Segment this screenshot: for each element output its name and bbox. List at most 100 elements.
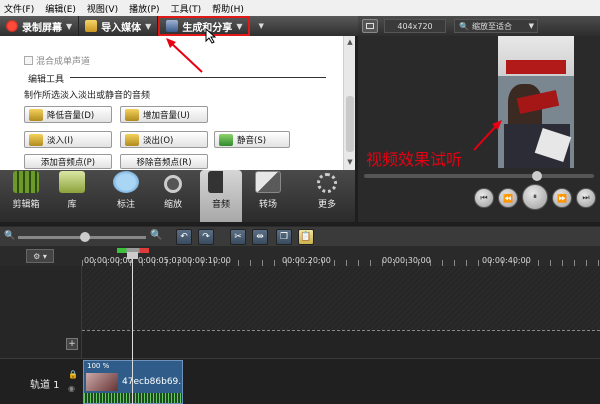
scroll-down-icon[interactable]: ▼ <box>345 158 355 168</box>
zoom-out-icon[interactable]: 🔍 <box>4 231 15 241</box>
import-media-button[interactable]: 导入媒体 ▼ <box>79 16 159 36</box>
chevron-down-icon[interactable]: ▼ <box>236 22 242 31</box>
panel-scrollbar[interactable]: ▲ ▼ <box>343 36 355 170</box>
menu-file[interactable]: 文件(F) <box>4 2 34 15</box>
scroll-up-icon[interactable]: ▲ <box>345 38 355 48</box>
playhead-handle[interactable] <box>127 252 138 259</box>
checkbox-box[interactable] <box>24 56 33 65</box>
add-audio-point-button[interactable]: 添加音频点(P) <box>24 154 112 169</box>
increase-volume-label: 增加音量(U) <box>143 110 190 121</box>
play-pause-button[interactable]: ⏸ <box>522 184 548 210</box>
go-to-end-button[interactable]: ⏭ <box>576 188 596 208</box>
zoom-in-icon[interactable]: 🔍 <box>150 230 162 241</box>
annotation-text: 视频效果试听 <box>366 150 463 169</box>
redo-button[interactable]: ↷ <box>198 229 214 245</box>
fade-in-button[interactable]: 淡入(I) <box>24 131 112 148</box>
record-icon <box>6 20 18 32</box>
tab-more[interactable]: 更多 <box>306 170 348 222</box>
chevron-down-icon: ▼ <box>258 22 264 30</box>
record-screen-button[interactable]: 录制屏幕 ▼ <box>0 16 80 36</box>
empty-track-region <box>82 266 600 330</box>
rewind-icon: ⏪ <box>503 193 513 203</box>
transition-icon <box>255 171 281 193</box>
gear-icon: ⚙ ▾ <box>33 251 47 261</box>
tab-library[interactable]: 库 <box>52 170 92 222</box>
increase-volume-button[interactable]: 增加音量(U) <box>120 106 208 123</box>
add-track-button[interactable]: + <box>66 338 78 350</box>
copy-icon: ❐ <box>279 232 289 242</box>
speaker-up-icon <box>125 108 139 121</box>
main-toolbar: 录制屏幕 ▼ 导入媒体 ▼ 生成和分享 ▼ ▼ <box>0 16 358 36</box>
zoom-select[interactable]: 🔍 缩放至适合 ▼ <box>454 19 538 33</box>
playback-controls: ⏮ ⏪ ⏸ ⏩ ⏭ <box>358 170 600 222</box>
paste-button[interactable]: 📋 <box>298 229 314 245</box>
playback-progress-thumb[interactable] <box>532 171 542 181</box>
cut-button[interactable]: ✂ <box>230 229 246 245</box>
split-button[interactable]: ⇹ <box>252 229 268 245</box>
timeline-toolbar: 🔍 🔍 ↶ ↷ ✂ ⇹ ❐ 📋 <box>0 226 600 246</box>
playhead-line[interactable] <box>132 252 133 404</box>
remove-audio-point-button[interactable]: 移除音频点(R) <box>120 154 208 169</box>
track-divider <box>82 330 600 331</box>
menu-view[interactable]: 视图(V) <box>87 2 118 15</box>
speaker-icon <box>208 171 234 193</box>
track-1-label: 轨道 1 <box>30 380 60 391</box>
tab-callouts[interactable]: 标注 <box>104 170 148 222</box>
tab-callouts-label: 标注 <box>116 200 135 210</box>
timeline-track-area: + 轨道 1 🔒 ◉ 100 % 47ecb86b69. <box>0 266 600 404</box>
tab-clip-bin[interactable]: 剪辑箱 <box>6 170 46 222</box>
ruler-label-4: 00:00:40;00 <box>482 256 531 265</box>
fade-out-label: 淡出(O) <box>143 135 174 146</box>
menu-tools[interactable]: 工具(T) <box>171 2 202 15</box>
task-tab-bar: 剪辑箱 库 标注 缩放 音频 转场 更多 <box>0 170 355 222</box>
timeline-clip[interactable]: 100 % 47ecb86b69. <box>83 360 183 404</box>
tab-transitions[interactable]: 转场 <box>246 170 290 222</box>
rewind-button[interactable]: ⏪ <box>498 188 518 208</box>
import-media-label: 导入媒体 <box>101 22 142 34</box>
tab-transitions-label: 转场 <box>258 200 277 210</box>
section-title: 编辑工具 <box>28 75 65 85</box>
pause-icon: ⏸ <box>533 192 537 201</box>
chevron-down-icon[interactable]: ▼ <box>145 22 151 31</box>
dimension-label: 404x720 <box>397 21 433 31</box>
chevron-down-icon: ▼ <box>528 22 534 30</box>
tab-clip-bin-label: 剪辑箱 <box>12 200 40 210</box>
redo-icon: ↷ <box>202 232 210 242</box>
scrollbar-thumb[interactable] <box>346 96 354 152</box>
chevron-down-icon[interactable]: ▼ <box>66 22 72 31</box>
menu-play[interactable]: 播放(P) <box>129 2 159 15</box>
copy-button[interactable]: ❐ <box>276 229 292 245</box>
tab-more-label: 更多 <box>317 200 336 210</box>
fit-size-button[interactable] <box>362 19 378 33</box>
clip-waveform <box>84 393 182 403</box>
silence-icon <box>219 133 233 146</box>
mix-mono-checkbox[interactable]: 混合成单声道 <box>24 54 90 67</box>
fade-in-icon <box>29 133 43 146</box>
undo-button[interactable]: ↶ <box>176 229 192 245</box>
ruler-label-2: 00:00:20;00 <box>282 256 331 265</box>
tab-library-label: 库 <box>67 200 77 210</box>
mix-mono-label: 混合成单声道 <box>36 57 91 67</box>
fade-out-button[interactable]: 淡出(O) <box>120 131 208 148</box>
tab-audio[interactable]: 音频 <box>200 170 242 222</box>
magnifier-icon <box>164 175 182 193</box>
clip-volume-label: 100 % <box>87 362 110 370</box>
lock-icon[interactable]: 🔒 <box>68 370 78 379</box>
ruler-label-1: 00:00:10;00 <box>182 256 231 265</box>
eye-icon[interactable]: ◉ <box>68 384 75 393</box>
go-to-start-button[interactable]: ⏮ <box>474 188 494 208</box>
tab-zoom[interactable]: 缩放 <box>152 170 194 222</box>
section-divider <box>70 77 326 78</box>
fade-in-label: 淡入(I) <box>47 135 74 146</box>
menu-help[interactable]: 帮助(H) <box>212 2 244 15</box>
playback-progress-track[interactable] <box>364 174 594 178</box>
track-settings-button[interactable]: ⚙ ▾ <box>26 249 54 263</box>
skip-end-icon: ⏭ <box>582 193 590 202</box>
timeline-zoom-thumb[interactable] <box>80 232 90 242</box>
decrease-volume-button[interactable]: 降低音量(D) <box>24 106 112 123</box>
decrease-volume-label: 降低音量(D) <box>47 110 95 121</box>
silence-button[interactable]: 静音(S) <box>214 131 290 148</box>
fast-forward-button[interactable]: ⏩ <box>552 188 572 208</box>
toolbar-overflow-button[interactable]: ▼ <box>250 16 267 36</box>
menu-edit[interactable]: 编辑(E) <box>45 2 76 15</box>
